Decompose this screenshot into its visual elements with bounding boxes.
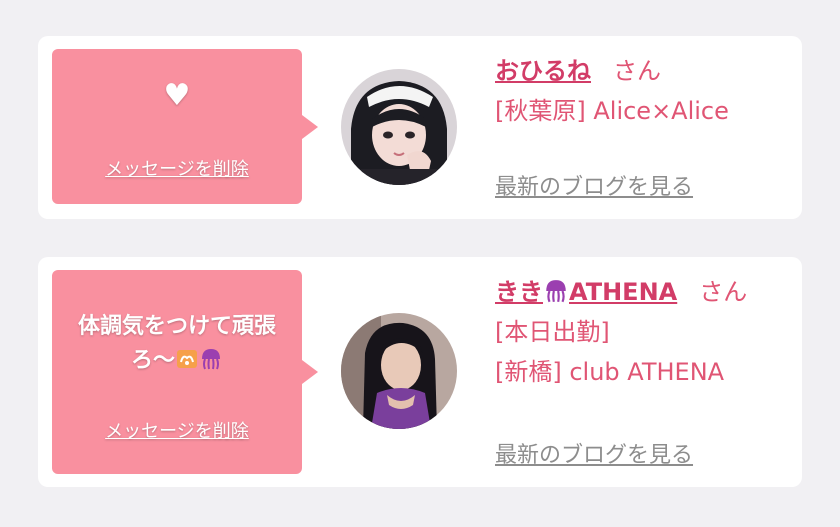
message-text: 体調気をつけて頑張ろ〜 [62, 310, 292, 378]
avatar[interactable] [341, 69, 457, 185]
girl-info: おひるね さん [秋葉原] Alice×Alice [495, 51, 772, 131]
girl-info: きき ATHENA さん[本日出勤] [新橋] club ATHENA [495, 272, 772, 392]
heart-icon: ♥ [163, 78, 191, 113]
jellyfish-emoji-icon [543, 276, 569, 303]
girl-name-prefix: きき [495, 278, 543, 306]
shop-label: [新橋] club ATHENA [495, 358, 725, 386]
girl-name-link[interactable]: おひるね [495, 57, 591, 85]
jellyfish-emoji-icon [199, 347, 223, 371]
girl-name-link[interactable]: きき ATHENA [495, 278, 677, 306]
avatar[interactable] [341, 313, 457, 429]
shop-label: [秋葉原] Alice×Alice [495, 97, 729, 125]
delete-message-link[interactable]: メッセージを削除 [52, 155, 302, 181]
honorific: さん [613, 57, 661, 85]
latest-blog-link[interactable]: 最新のブログを見る [495, 437, 693, 469]
message-bubble: 体調気をつけて頑張ろ〜 メッセージを削除 [52, 270, 318, 474]
flex-emoji-icon [175, 347, 199, 371]
message-bubble: ♥ メッセージを削除 [52, 49, 318, 204]
message-card: 体調気をつけて頑張ろ〜 メッセージを削除 きき ATHENA さん[本日出勤] … [38, 257, 802, 487]
delete-message-link[interactable]: メッセージを削除 [52, 417, 302, 443]
latest-blog-link[interactable]: 最新のブログを見る [495, 169, 693, 201]
message-card: ♥ メッセージを削除 おひるね さん [秋葉原] Alice×Alice 最新のブ… [38, 36, 802, 219]
girl-name-main: ATHENA [569, 278, 678, 306]
